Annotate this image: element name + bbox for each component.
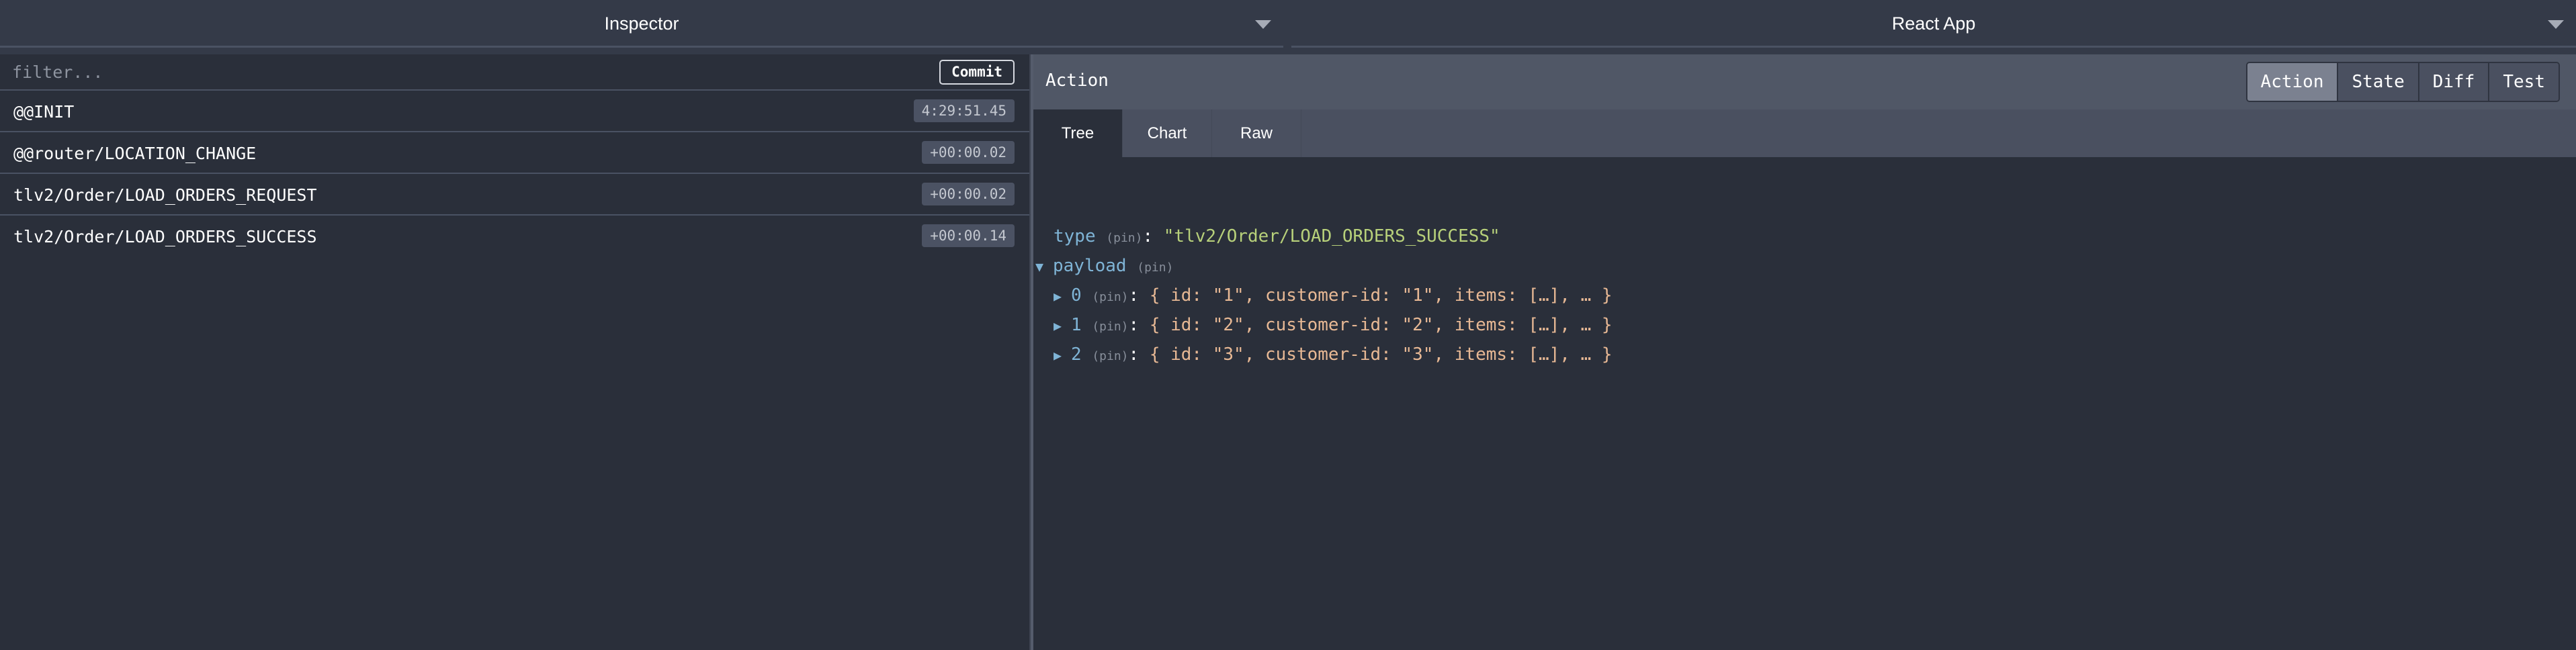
action-item[interactable]: tlv2/Order/LOAD_ORDERS_REQUEST +00:00.02 [0,174,1029,216]
collapsed-arrow-icon[interactable]: ▶ [1054,318,1071,334]
pin-button[interactable]: (pin) [1092,290,1128,304]
filter-row: Commit [0,54,1029,91]
tree-value: "tlv2/Order/LOAD_ORDERS_SUCCESS" [1163,226,1500,246]
chevron-down-icon [2548,20,2564,29]
instance-select[interactable]: React App [1291,0,2576,48]
tab-raw[interactable]: Raw [1212,109,1301,157]
action-timestamp: +00:00.02 [922,141,1015,164]
pin-button[interactable]: (pin) [1092,349,1128,363]
action-name: tlv2/Order/LOAD_ORDERS_REQUEST [13,185,317,205]
action-timestamp: 4:29:51.45 [913,99,1015,122]
instance-select-label: React App [1891,13,1976,34]
chevron-down-icon [1255,20,1271,29]
tree-key: 2 [1071,344,1082,365]
action-timestamp: +00:00.02 [922,183,1015,205]
pin-button[interactable]: (pin) [1137,261,1173,275]
pin-button[interactable]: (pin) [1092,320,1128,334]
inspector-panel: Action Action State Diff Test Tree Chart… [1033,54,2576,650]
tree-key: payload [1053,256,1127,276]
tab-chart[interactable]: Chart [1123,109,1212,157]
tree-key: 0 [1071,285,1082,306]
commit-button[interactable]: Commit [939,60,1015,85]
inspector-select[interactable]: Inspector [0,0,1283,48]
expanded-arrow-icon[interactable]: ▼ [1035,259,1053,275]
action-name: @@router/LOCATION_CHANGE [13,144,257,163]
action-item[interactable]: tlv2/Order/LOAD_ORDERS_SUCCESS +00:00.14 [0,216,1029,257]
action-name: @@INIT [13,102,75,122]
sub-tabs: Tree Chart Raw [1033,109,2576,157]
tree-key: type [1054,226,1096,246]
action-timestamp: +00:00.14 [922,224,1015,247]
tab-diff[interactable]: Diff [2419,63,2490,101]
tree-row-type: type (pin): "tlv2/Order/LOAD_ORDERS_SUCC… [1054,226,1500,246]
tree-value: { id: "3", customer-id: "3", items: […],… [1149,344,1613,365]
filter-input[interactable] [7,58,914,85]
tree-row-item[interactable]: ▶ 1 (pin): { id: "2", customer-id: "2", i… [1054,315,1613,335]
view-tabs: Action State Diff Test [2245,62,2560,102]
tree-row-item[interactable]: ▶ 2 (pin): { id: "3", customer-id: "3", i… [1054,344,1613,365]
action-item[interactable]: @@INIT 4:29:51.45 [0,91,1029,132]
collapsed-arrow-icon[interactable]: ▶ [1054,288,1071,304]
action-item[interactable]: @@router/LOCATION_CHANGE +00:00.02 [0,132,1029,174]
action-list: @@INIT 4:29:51.45 @@router/LOCATION_CHAN… [0,91,1029,257]
tab-tree[interactable]: Tree [1033,109,1123,157]
tree-key: 1 [1071,315,1082,335]
inspector-title: Action [1045,71,1109,91]
inspector-select-label: Inspector [604,13,679,34]
tree-value: { id: "2", customer-id: "2", items: […],… [1149,315,1613,335]
collapsed-arrow-icon[interactable]: ▶ [1054,347,1071,363]
tree-row-item[interactable]: ▶ 0 (pin): { id: "1", customer-id: "1", i… [1054,285,1613,306]
action-list-panel: Commit @@INIT 4:29:51.45 @@router/LOCATI… [0,54,1029,650]
tab-test[interactable]: Test [2489,63,2559,101]
inspector-header: Action Action State Diff Test [1033,54,2576,109]
pin-button[interactable]: (pin) [1106,231,1142,245]
tab-action[interactable]: Action [2247,63,2339,101]
monitor-bar: Inspector React App [0,0,2576,54]
tree-row-payload[interactable]: ▼ payload (pin) [1035,256,1173,276]
tree-value: { id: "1", customer-id: "1", items: […],… [1149,285,1613,306]
action-name: tlv2/Order/LOAD_ORDERS_SUCCESS [13,227,317,246]
tab-state[interactable]: State [2338,63,2419,101]
